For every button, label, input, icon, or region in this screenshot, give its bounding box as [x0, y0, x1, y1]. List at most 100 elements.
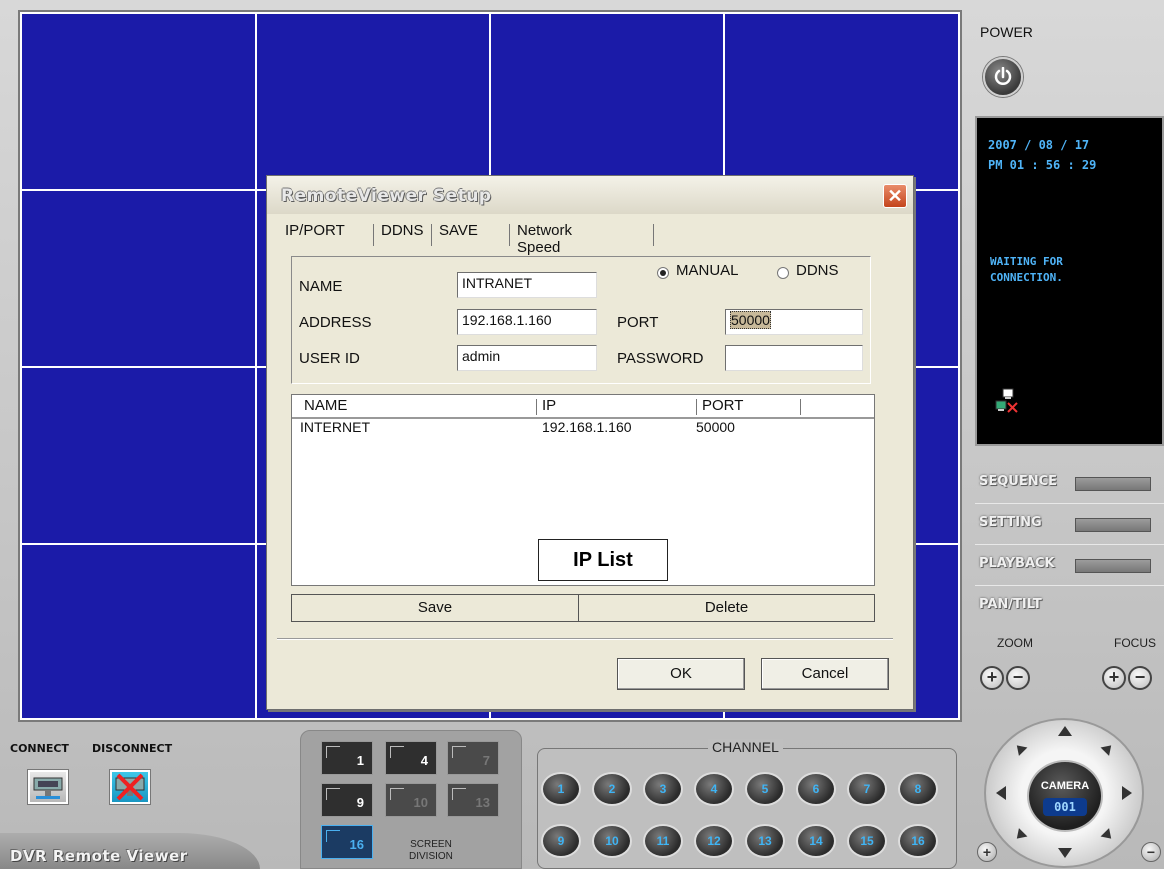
- ddns-radio-label: DDNS: [796, 262, 839, 279]
- screen-division-7-button[interactable]: 7: [447, 741, 499, 775]
- status-display: 2007 / 08 / 17 PM 01 : 56 : 29 WAITING F…: [975, 116, 1164, 446]
- screen-division-4-button[interactable]: 4: [385, 741, 437, 775]
- cancel-button[interactable]: Cancel: [761, 658, 889, 690]
- ptz-down-right-arrow-icon[interactable]: [1100, 828, 1116, 843]
- ptz-minus-button[interactable]: −: [1141, 842, 1161, 862]
- disconnect-icon: [115, 773, 145, 801]
- screen-division-13-button[interactable]: 13: [447, 783, 499, 817]
- user-id-field[interactable]: admin: [457, 345, 597, 371]
- manual-radio[interactable]: [657, 267, 669, 279]
- disconnect-button[interactable]: [109, 769, 151, 805]
- ptz-right-arrow-icon[interactable]: [1122, 786, 1132, 800]
- tab-save[interactable]: SAVE: [435, 220, 482, 248]
- sequence-button[interactable]: SEQUENCE: [979, 474, 1151, 496]
- manual-radio-label: MANUAL: [676, 262, 739, 279]
- channel-3-button[interactable]: 3: [643, 772, 683, 806]
- list-item-ip: 192.168.1.160: [542, 419, 632, 435]
- screen-division-1-button[interactable]: 1: [321, 741, 373, 775]
- channel-6-button[interactable]: 6: [796, 772, 836, 806]
- ptz-plus-button[interactable]: +: [977, 842, 997, 862]
- channel-11-button[interactable]: 11: [643, 824, 683, 858]
- channel-14-button[interactable]: 14: [796, 824, 836, 858]
- connect-label: CONNECT: [10, 742, 69, 755]
- channel-13-button[interactable]: 13: [745, 824, 785, 858]
- tab-ddns[interactable]: DDNS: [377, 220, 428, 248]
- close-icon[interactable]: ✕: [883, 184, 907, 208]
- setting-button[interactable]: SETTING: [979, 515, 1151, 537]
- remoteviewer-setup-dialog: RemoteViewer Setup ✕ IP/PORT DDNS SAVE N…: [266, 175, 914, 710]
- separator: [975, 544, 1164, 545]
- ptz-up-right-arrow-icon[interactable]: [1100, 741, 1116, 756]
- channel-12-button[interactable]: 12: [694, 824, 734, 858]
- dialog-titlebar[interactable]: RemoteViewer Setup ✕: [267, 176, 913, 214]
- ptz-up-arrow-icon[interactable]: [1058, 726, 1072, 736]
- ptz-down-left-arrow-icon[interactable]: [1012, 828, 1028, 843]
- channel-1-button[interactable]: 1: [541, 772, 581, 806]
- power-button[interactable]: [983, 57, 1023, 97]
- channel-10-button[interactable]: 10: [592, 824, 632, 858]
- camera-number: 001: [1043, 798, 1087, 816]
- screen-division-panel: 1 4 7 9 10 13 16 SCREEN DIVISION: [300, 730, 522, 869]
- address-field[interactable]: 192.168.1.160: [457, 309, 597, 335]
- tab-ip-port[interactable]: IP/PORT: [281, 220, 349, 248]
- screen-division-10-button[interactable]: 10: [385, 783, 437, 817]
- zoom-in-button[interactable]: +: [980, 666, 1004, 690]
- column-header-ip[interactable]: IP: [542, 397, 556, 414]
- column-header-port[interactable]: PORT: [702, 397, 743, 414]
- channel-label: CHANNEL: [708, 739, 783, 755]
- ip-list[interactable]: NAME IP PORT INTERNET 192.168.1.160 5000…: [291, 394, 875, 586]
- screen-division-16-button[interactable]: 16: [321, 825, 373, 859]
- save-button[interactable]: Save: [291, 594, 579, 622]
- tab-network-speed[interactable]: Network Speed: [513, 220, 576, 256]
- app-title: DVR Remote Viewer: [10, 847, 188, 865]
- delete-button[interactable]: Delete: [578, 594, 875, 622]
- port-field[interactable]: 50000: [725, 309, 863, 335]
- zoom-label: ZOOM: [997, 636, 1033, 650]
- port-label: PORT: [617, 314, 659, 331]
- ptz-up-left-arrow-icon[interactable]: [1012, 741, 1028, 756]
- focus-in-button[interactable]: +: [1102, 666, 1126, 690]
- screen-division-label-line1: SCREEN: [410, 839, 452, 850]
- screen-division-9-button[interactable]: 9: [321, 783, 373, 817]
- channel-15-button[interactable]: 15: [847, 824, 887, 858]
- tab-separator: [653, 224, 654, 246]
- setting-indicator: [1075, 518, 1151, 532]
- connect-button[interactable]: [27, 769, 69, 805]
- camera-select[interactable]: CAMERA 001: [1027, 760, 1103, 832]
- channel-7-button[interactable]: 7: [847, 772, 887, 806]
- playback-indicator: [1075, 559, 1151, 573]
- ok-button[interactable]: OK: [617, 658, 745, 690]
- status-message: WAITING FOR CONNECTION.: [990, 255, 1063, 284]
- power-label: POWER: [980, 24, 1033, 40]
- ptz-left-arrow-icon[interactable]: [996, 786, 1006, 800]
- focus-out-button[interactable]: −: [1128, 666, 1152, 690]
- channel-5-button[interactable]: 5: [745, 772, 785, 806]
- ddns-radio[interactable]: [777, 267, 789, 279]
- power-icon: [994, 67, 1012, 85]
- dialog-divider: [277, 638, 893, 640]
- network-disconnected-icon: [995, 388, 1018, 413]
- ptz-joystick[interactable]: CAMERA 001: [984, 718, 1144, 868]
- column-header-name[interactable]: NAME: [304, 397, 347, 414]
- playback-button[interactable]: PLAYBACK: [979, 556, 1151, 578]
- channel-16-button[interactable]: 16: [898, 824, 938, 858]
- tab-separator: [431, 224, 432, 246]
- zoom-out-button[interactable]: −: [1006, 666, 1030, 690]
- column-separator: [696, 399, 697, 415]
- password-field[interactable]: [725, 345, 863, 371]
- disconnect-label: DISCONNECT: [92, 742, 173, 755]
- channel-9-button[interactable]: 9: [541, 824, 581, 858]
- list-item-port: 50000: [696, 419, 735, 435]
- sequence-indicator: [1075, 477, 1151, 491]
- tab-separator: [509, 224, 510, 246]
- dialog-title: RemoteViewer Setup: [281, 186, 492, 206]
- channel-4-button[interactable]: 4: [694, 772, 734, 806]
- ptz-down-arrow-icon[interactable]: [1058, 848, 1072, 858]
- channel-8-button[interactable]: 8: [898, 772, 938, 806]
- setting-label: SETTING: [979, 515, 1042, 530]
- channel-2-button[interactable]: 2: [592, 772, 632, 806]
- focus-label: FOCUS: [1114, 636, 1156, 650]
- separator: [975, 503, 1164, 504]
- playback-label: PLAYBACK: [979, 556, 1055, 571]
- name-field[interactable]: INTRANET: [457, 272, 597, 298]
